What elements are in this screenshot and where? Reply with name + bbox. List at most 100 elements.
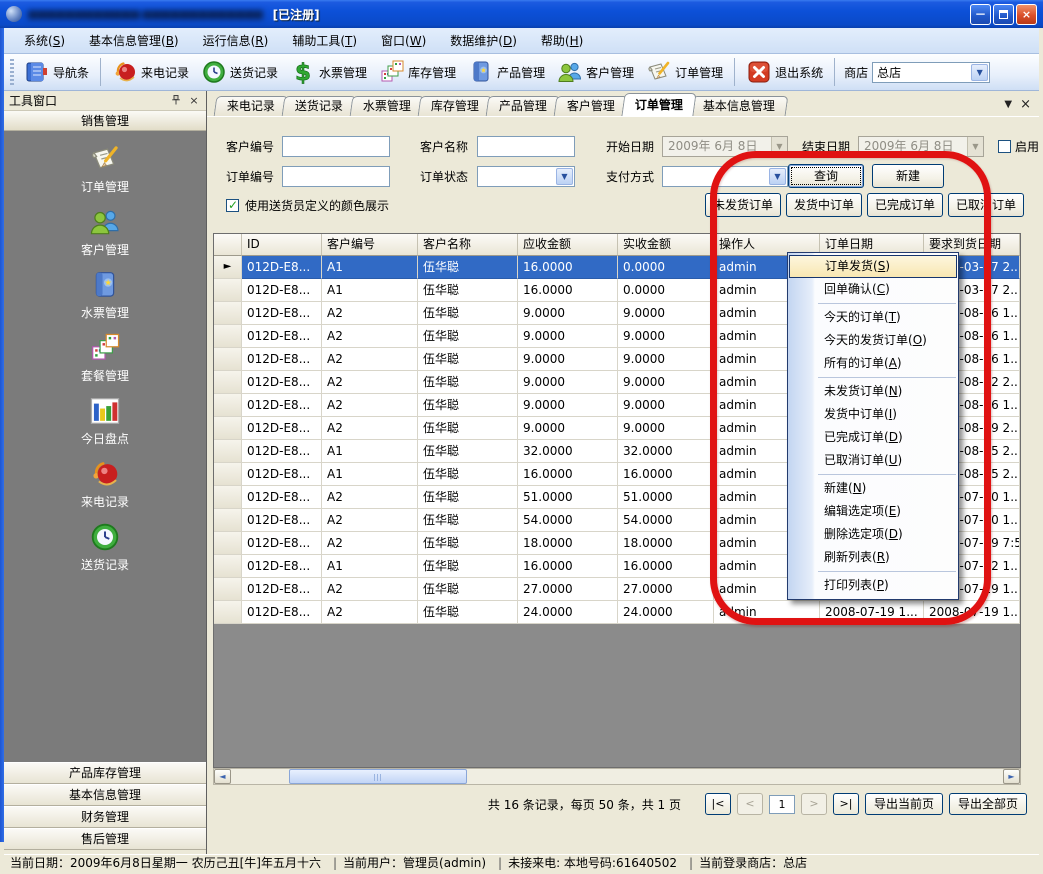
scroll-left-icon[interactable]: ◄ <box>214 769 231 784</box>
row-selector[interactable] <box>214 486 242 509</box>
toolbar-button-inventory-mgmt[interactable]: 库存管理 <box>373 57 462 87</box>
toolbar-button-order-mgmt[interactable]: 订单管理 <box>640 57 729 87</box>
order-status-combobox[interactable]: ▼ <box>477 166 575 187</box>
menu-aux-tools[interactable]: 辅助工具(T) <box>280 29 369 52</box>
pay-method-combobox[interactable]: ▼ <box>662 166 788 187</box>
tab-产品管理[interactable]: 产品管理 <box>486 96 561 116</box>
chevron-down-icon[interactable]: ▼ <box>769 168 786 185</box>
scroll-right-icon[interactable]: ► <box>1003 769 1020 784</box>
sidebar-item-water-ticket-mgmt[interactable]: ★水票管理 <box>4 269 206 321</box>
unshipped-orders-filter-button[interactable]: 未发货订单 <box>705 193 781 217</box>
tab-客户管理[interactable]: 客户管理 <box>554 96 629 116</box>
customer-code-input[interactable] <box>282 136 390 157</box>
next-page-button[interactable]: > <box>801 793 827 815</box>
shop-combobox[interactable]: 总店 ▼ <box>872 62 990 83</box>
sidebar-group-sales[interactable]: 销售管理 <box>4 111 206 131</box>
minimize-button[interactable]: － <box>970 4 991 25</box>
column-header-ID[interactable]: ID <box>242 234 322 256</box>
column-header-客户名称[interactable]: 客户名称 <box>418 234 518 256</box>
toolbar-button-delivery-records[interactable]: 送货记录 <box>195 57 284 87</box>
context-menu-item-today-shipped-orders[interactable]: 今天的发货订单(O) <box>788 329 958 352</box>
last-page-button[interactable]: >| <box>833 793 859 815</box>
shipping-orders-filter-button[interactable]: 发货中订单 <box>786 193 862 217</box>
enable-date-checkbox[interactable] <box>998 140 1011 153</box>
row-selector[interactable] <box>214 279 242 302</box>
context-menu-item-today-orders[interactable]: 今天的订单(T) <box>788 306 958 329</box>
row-selector[interactable] <box>214 371 242 394</box>
sidebar-item-customer-mgmt[interactable]: 客户管理 <box>4 206 206 258</box>
toolbar-button-water-ticket-mgmt[interactable]: $水票管理 <box>284 57 373 87</box>
column-header-应收金额[interactable]: 应收金额 <box>518 234 618 256</box>
row-selector[interactable] <box>214 302 242 325</box>
horizontal-scrollbar[interactable]: ◄ ► <box>213 768 1021 785</box>
row-selector[interactable] <box>214 440 242 463</box>
menu-help[interactable]: 帮助(H) <box>529 29 595 52</box>
end-date-picker[interactable]: 2009年 6月 8日 ▼ <box>858 136 984 157</box>
sidebar-item-call-records[interactable]: 来电记录 <box>4 458 206 510</box>
context-menu-item-delete-selected[interactable]: 删除选定项(D) <box>788 523 958 546</box>
export-all-pages-button[interactable]: 导出全部页 <box>949 793 1027 815</box>
tab-水票管理[interactable]: 水票管理 <box>350 96 425 116</box>
row-selector[interactable] <box>214 417 242 440</box>
row-selector[interactable] <box>214 325 242 348</box>
scrollbar-thumb[interactable] <box>289 769 467 784</box>
menu-runtime-info[interactable]: 运行信息(R) <box>191 29 281 52</box>
prev-page-button[interactable]: < <box>737 793 763 815</box>
scrollbar-track[interactable] <box>231 769 1003 784</box>
start-date-picker[interactable]: 2009年 6月 8日 ▼ <box>662 136 788 157</box>
menu-system[interactable]: 系统(S) <box>12 29 77 52</box>
sidebar-group-基本信息管理[interactable]: 基本信息管理 <box>4 784 206 806</box>
chevron-down-icon[interactable]: ▼ <box>771 137 787 156</box>
context-menu-item-order-ship[interactable]: 订单发货(S) <box>789 255 957 278</box>
tab-来电记录[interactable]: 来电记录 <box>214 96 289 116</box>
row-selector[interactable] <box>214 509 242 532</box>
row-selector[interactable] <box>214 578 242 601</box>
row-selector[interactable] <box>214 532 242 555</box>
page-number-input[interactable] <box>769 795 795 814</box>
toolbar-button-call-records[interactable]: 来电记录 <box>106 57 195 87</box>
first-page-button[interactable]: |< <box>705 793 731 815</box>
menu-basic-info-mgmt[interactable]: 基本信息管理(B) <box>77 29 191 52</box>
tab-库存管理[interactable]: 库存管理 <box>418 96 493 116</box>
color-display-checkbox[interactable] <box>226 199 239 212</box>
toolbar-button-nav-bar[interactable]: 导航条 <box>18 57 95 87</box>
toolbar-button-product-mgmt[interactable]: ★产品管理 <box>462 57 551 87</box>
chevron-down-icon[interactable]: ▼ <box>971 64 988 81</box>
table-row[interactable]: 012D-E8...A2伍华聪24.000024.0000admin2008-0… <box>214 601 1020 624</box>
toolbar-button-exit-system[interactable]: 退出系统 <box>740 57 829 87</box>
column-header-客户编号[interactable]: 客户编号 <box>322 234 418 256</box>
sidebar-item-order-mgmt[interactable]: 订单管理 <box>4 143 206 195</box>
context-menu-item-new-order[interactable]: 新建(N) <box>788 477 958 500</box>
tab-list-dropdown-icon[interactable]: ▼ <box>1004 99 1012 110</box>
context-menu-item-receipt-confirm[interactable]: 回单确认(C) <box>788 278 958 301</box>
chevron-down-icon[interactable]: ▼ <box>556 168 573 185</box>
column-header-实收金额[interactable]: 实收金额 <box>618 234 714 256</box>
context-menu-item-refresh-list[interactable]: 刷新列表(R) <box>788 546 958 569</box>
completed-orders-filter-button[interactable]: 已完成订单 <box>867 193 943 217</box>
context-menu-item-cancelled-orders[interactable]: 已取消订单(U) <box>788 449 958 472</box>
row-selector[interactable] <box>214 601 242 624</box>
sidebar-item-package-mgmt[interactable]: 套餐管理 <box>4 332 206 384</box>
pin-icon[interactable] <box>169 94 183 108</box>
row-selector[interactable]: ► <box>214 256 242 279</box>
new-button[interactable]: 新建 <box>872 164 944 188</box>
context-menu-item-all-orders[interactable]: 所有的订单(A) <box>788 352 958 375</box>
toolbar-grip[interactable] <box>10 59 14 85</box>
context-menu-item-edit-selected[interactable]: 编辑选定项(E) <box>788 500 958 523</box>
close-button[interactable]: × <box>1016 4 1037 25</box>
tab-送货记录[interactable]: 送货记录 <box>282 96 357 116</box>
query-button[interactable]: 查询 <box>788 164 864 188</box>
row-selector[interactable] <box>214 394 242 417</box>
tab-基本信息管理[interactable]: 基本信息管理 <box>690 96 789 116</box>
sidebar-group-售后管理[interactable]: 售后管理 <box>4 828 206 850</box>
maximize-button[interactable] <box>993 4 1014 25</box>
sidebar-group-财务管理[interactable]: 财务管理 <box>4 806 206 828</box>
row-selector[interactable] <box>214 348 242 371</box>
context-menu-item-shipping-orders[interactable]: 发货中订单(I) <box>788 403 958 426</box>
cancelled-orders-filter-button[interactable]: 已取消订单 <box>948 193 1024 217</box>
menu-window[interactable]: 窗口(W) <box>369 29 438 52</box>
context-menu-item-unshipped-orders[interactable]: 未发货订单(N) <box>788 380 958 403</box>
toolbar-button-customer-mgmt[interactable]: 客户管理 <box>551 57 640 87</box>
sidebar-group-产品库存管理[interactable]: 产品库存管理 <box>4 762 206 784</box>
export-current-page-button[interactable]: 导出当前页 <box>865 793 943 815</box>
